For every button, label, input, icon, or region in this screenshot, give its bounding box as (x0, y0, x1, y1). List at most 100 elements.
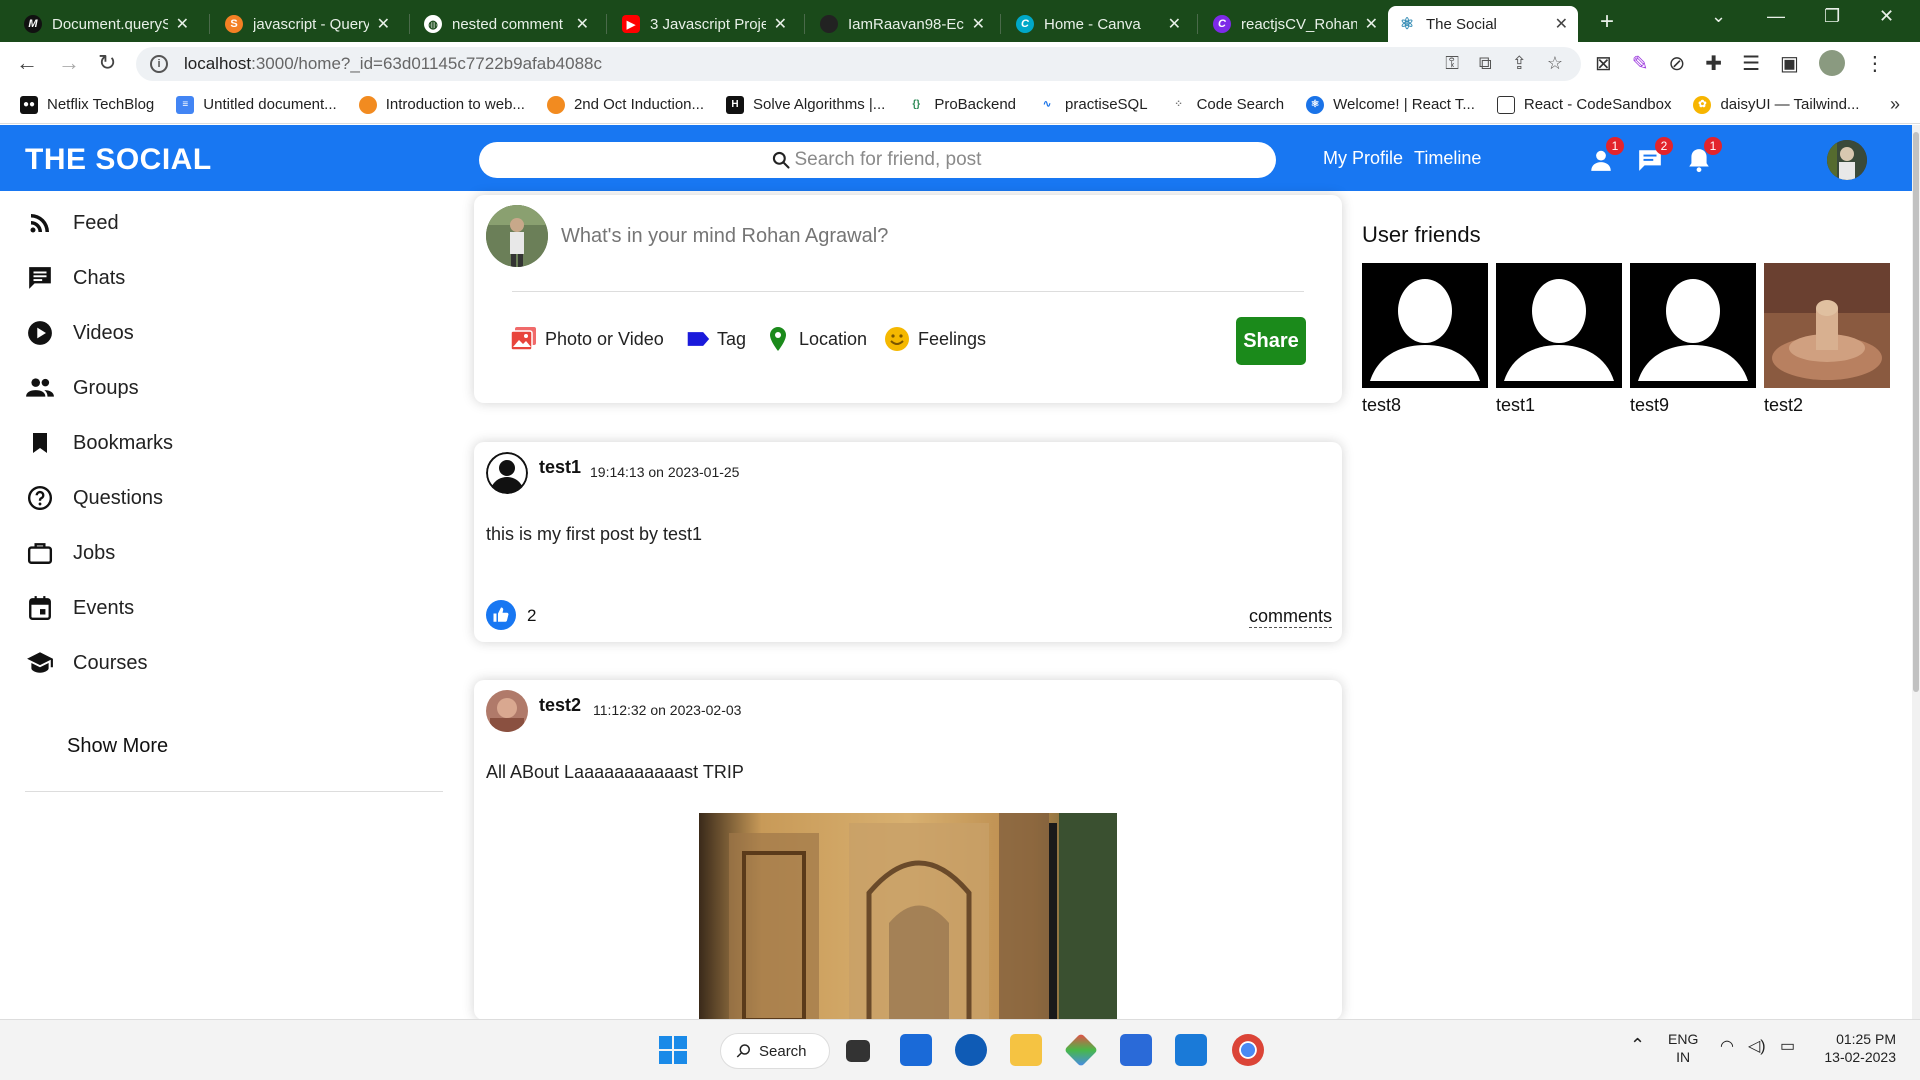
forward-icon[interactable]: → (58, 50, 80, 76)
file-explorer-icon[interactable] (1010, 1034, 1042, 1066)
user-avatar[interactable] (1827, 140, 1867, 180)
timeline-link[interactable]: Timeline (1414, 148, 1481, 169)
vscode-icon[interactable] (1175, 1034, 1207, 1066)
bookmark[interactable]: ✿ daisyUI — Tailwind... (1693, 95, 1859, 114)
share-icon[interactable]: ⇪ (1512, 53, 1527, 74)
browser-tab[interactable]: IamRaavan98-Eco ✕ (810, 6, 995, 42)
messages-button[interactable]: 2 (1637, 137, 1673, 173)
friend-card[interactable]: test2 (1764, 263, 1890, 416)
close-tab-icon[interactable]: ✕ (1168, 14, 1181, 34)
close-tab-icon[interactable]: ✕ (1555, 14, 1568, 34)
avatar[interactable] (486, 452, 528, 494)
post-image[interactable] (699, 813, 1117, 1020)
avatar[interactable] (486, 690, 528, 732)
post-username[interactable]: test2 (539, 695, 581, 716)
close-tab-icon[interactable]: ✕ (377, 14, 390, 34)
like-button[interactable] (486, 600, 516, 630)
extension-icon[interactable]: ⊠ (1595, 51, 1612, 76)
tab-search-icon[interactable]: ⌄ (1711, 6, 1726, 27)
task-view-icon[interactable] (846, 1040, 870, 1062)
taskbar-search[interactable]: Search (720, 1033, 830, 1069)
friend-card[interactable]: test9 (1630, 263, 1756, 416)
sidebar-item-events[interactable]: Events (25, 588, 134, 628)
bookmark[interactable]: React - CodeSandbox (1496, 95, 1671, 114)
share-button[interactable]: Share (1236, 317, 1306, 365)
sidebar-item-videos[interactable]: Videos (25, 313, 134, 353)
friend-requests-button[interactable]: 1 (1588, 137, 1624, 173)
photo-video-option[interactable]: Photo or Video (510, 325, 664, 353)
clock[interactable]: 01:25 PM 13-02-2023 (1818, 1030, 1896, 1066)
sidebar-item-feed[interactable]: Feed (25, 203, 119, 243)
compass-icon[interactable]: ⊘ (1669, 51, 1686, 76)
close-tab-icon[interactable]: ✕ (972, 14, 985, 34)
browser-tab-active[interactable]: ⚛ The Social ✕ (1388, 6, 1578, 42)
bookmark[interactable]: ⚛ Welcome! | React T... (1306, 95, 1475, 114)
browser-tab[interactable]: S javascript - Query ✕ (215, 6, 400, 42)
site-info-icon[interactable]: i (150, 55, 168, 73)
scrollbar-thumb[interactable] (1913, 132, 1919, 692)
language-indicator[interactable]: ENG IN (1668, 1030, 1698, 1066)
key-icon[interactable]: ⚿ (1445, 53, 1459, 74)
post-username[interactable]: test1 (539, 457, 581, 478)
bookmark[interactable]: ⁘ Code Search (1169, 95, 1284, 114)
address-bar[interactable]: i localhost:3000/home?_id=63d01145c7722b… (136, 47, 1581, 81)
app-logo[interactable]: THE SOCIAL (25, 143, 212, 177)
sidebar-item-jobs[interactable]: Jobs (25, 533, 115, 573)
friend-card[interactable]: test8 (1362, 263, 1488, 416)
close-tab-icon[interactable]: ✕ (774, 14, 787, 34)
friend-card[interactable]: test1 (1496, 263, 1622, 416)
sidebar-item-chats[interactable]: Chats (25, 258, 125, 298)
more-bookmarks-icon[interactable]: » (1890, 94, 1900, 115)
sidebar-item-questions[interactable]: Questions (25, 478, 163, 518)
battery-icon[interactable]: ▭ (1780, 1038, 1795, 1056)
windows-start-icon[interactable] (657, 1034, 689, 1066)
close-window-icon[interactable]: ✕ (1879, 6, 1894, 27)
bookmark[interactable]: 2nd Oct Induction... (546, 95, 704, 114)
browser-tab[interactable]: ◍ nested comment ✕ (414, 6, 599, 42)
sidebar-item-bookmarks[interactable]: Bookmarks (25, 423, 173, 463)
volume-icon[interactable]: ◁) (1748, 1038, 1766, 1056)
new-tab-button[interactable]: + (1600, 8, 1614, 36)
sidebar-item-courses[interactable]: Courses (25, 643, 147, 683)
widgets-icon[interactable] (900, 1034, 932, 1066)
app-icon[interactable] (1064, 1033, 1098, 1067)
reload-icon[interactable]: ↻ (98, 50, 116, 76)
search-bar[interactable] (479, 142, 1276, 178)
minimize-icon[interactable]: — (1767, 6, 1785, 27)
show-hidden-icons[interactable]: ⌃ (1630, 1036, 1645, 1054)
bookmark[interactable]: ∿ practiseSQL (1038, 95, 1148, 114)
bookmark[interactable]: ≡ Untitled document... (176, 95, 337, 114)
translate-icon[interactable]: ⧉ (1479, 53, 1492, 74)
bookmark[interactable]: ●● Netflix TechBlog (20, 95, 154, 114)
puzzle-icon[interactable]: ✚ (1705, 51, 1722, 76)
bookmark[interactable]: {} ProBackend (907, 95, 1016, 114)
chrome-icon[interactable] (1232, 1034, 1264, 1066)
browser-tab[interactable]: C reactjsCV_Rohan ✕ (1203, 6, 1388, 42)
bookmark[interactable]: H Solve Algorithms |... (726, 95, 885, 114)
side-panel-icon[interactable]: ▣ (1780, 51, 1799, 76)
menu-icon[interactable]: ⋮ (1865, 51, 1885, 76)
close-tab-icon[interactable]: ✕ (176, 14, 189, 34)
close-tab-icon[interactable]: ✕ (1365, 14, 1378, 34)
tag-option[interactable]: Tag (686, 325, 746, 353)
browser-profile-avatar[interactable] (1818, 50, 1845, 76)
comments-link[interactable]: comments (1248, 606, 1332, 628)
browser-tab[interactable]: C Home - Canva ✕ (1006, 6, 1191, 42)
reading-list-icon[interactable]: ☰ (1742, 51, 1760, 76)
bookmark[interactable]: Introduction to web... (358, 95, 525, 114)
store-icon[interactable] (1120, 1034, 1152, 1066)
notifications-button[interactable]: 1 (1686, 137, 1722, 173)
my-profile-link[interactable]: My Profile (1323, 148, 1403, 169)
extension-icon[interactable]: ✎ (1632, 51, 1649, 76)
dell-icon[interactable] (955, 1034, 987, 1066)
browser-tab[interactable]: M Document.queryS ✕ (14, 6, 199, 42)
browser-tab[interactable]: ▶ 3 Javascript Proje ✕ (612, 6, 797, 42)
search-input[interactable] (794, 149, 985, 171)
restore-icon[interactable]: ❐ (1824, 6, 1840, 27)
wifi-icon[interactable]: ◠ (1720, 1038, 1734, 1056)
sidebar-item-groups[interactable]: Groups (25, 368, 139, 408)
star-icon[interactable]: ☆ (1547, 53, 1563, 74)
close-tab-icon[interactable]: ✕ (576, 14, 589, 34)
show-more-button[interactable]: Show More (67, 729, 168, 764)
post-input[interactable] (561, 225, 1261, 248)
